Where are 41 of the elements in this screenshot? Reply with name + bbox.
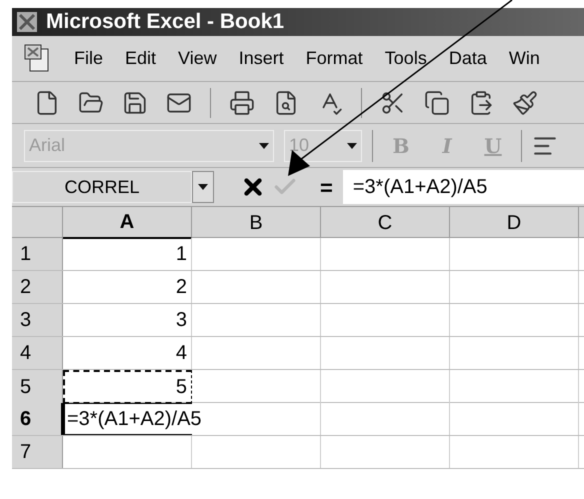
row-header[interactable]: 6	[12, 403, 63, 435]
column-header[interactable]: B	[192, 207, 321, 239]
row-header[interactable]: 3	[12, 304, 63, 336]
save-icon[interactable]	[122, 90, 148, 116]
insert-function-button[interactable]: =	[320, 170, 333, 204]
menu-item[interactable]: Format	[306, 45, 363, 72]
open-folder-icon[interactable]	[78, 90, 104, 116]
print-icon[interactable]	[229, 90, 255, 116]
cell-editor[interactable]: =3*(A1+A2)/A5	[65, 404, 204, 434]
cell-value: 2	[176, 275, 188, 300]
menu-item[interactable]: View	[178, 45, 217, 72]
font-size: 10	[289, 134, 310, 157]
caret-icon	[259, 142, 269, 148]
font-name: Arial	[29, 134, 66, 157]
row-header[interactable]: 4	[12, 337, 63, 369]
window-title: Microsoft Excel - Book1	[46, 9, 284, 36]
copy-icon[interactable]	[424, 90, 450, 116]
menu-item[interactable]: File	[74, 45, 104, 72]
row-header[interactable]: 5	[12, 370, 63, 404]
name-box-dropdown[interactable]	[192, 171, 214, 203]
caret-icon	[347, 142, 357, 148]
menu-item[interactable]: Insert	[238, 45, 284, 72]
cell-value: 4	[176, 341, 188, 366]
cell-value: 3	[176, 308, 188, 333]
cell-value: 1	[176, 242, 188, 267]
name-box[interactable]: CORREL	[12, 171, 192, 203]
column-header[interactable]: C	[321, 207, 450, 239]
caret-icon	[198, 184, 208, 190]
menu-item[interactable]: Tools	[384, 45, 427, 72]
menu-item[interactable]: Win	[508, 45, 540, 72]
column-header[interactable]: D	[450, 207, 579, 239]
row-header[interactable]: 7	[12, 436, 63, 468]
brush-icon[interactable]	[512, 90, 538, 116]
app-icon	[16, 11, 38, 33]
row-header[interactable]: 1	[12, 238, 63, 270]
formula-field[interactable]: =3*(A1+A2)/A5	[342, 170, 584, 204]
menu-item[interactable]: Edit	[125, 45, 156, 72]
cell-value: 5	[176, 375, 188, 400]
menu-item[interactable]: Data	[448, 45, 487, 72]
row-header[interactable]: 2	[12, 271, 63, 303]
column-header[interactable]: A	[63, 207, 192, 239]
